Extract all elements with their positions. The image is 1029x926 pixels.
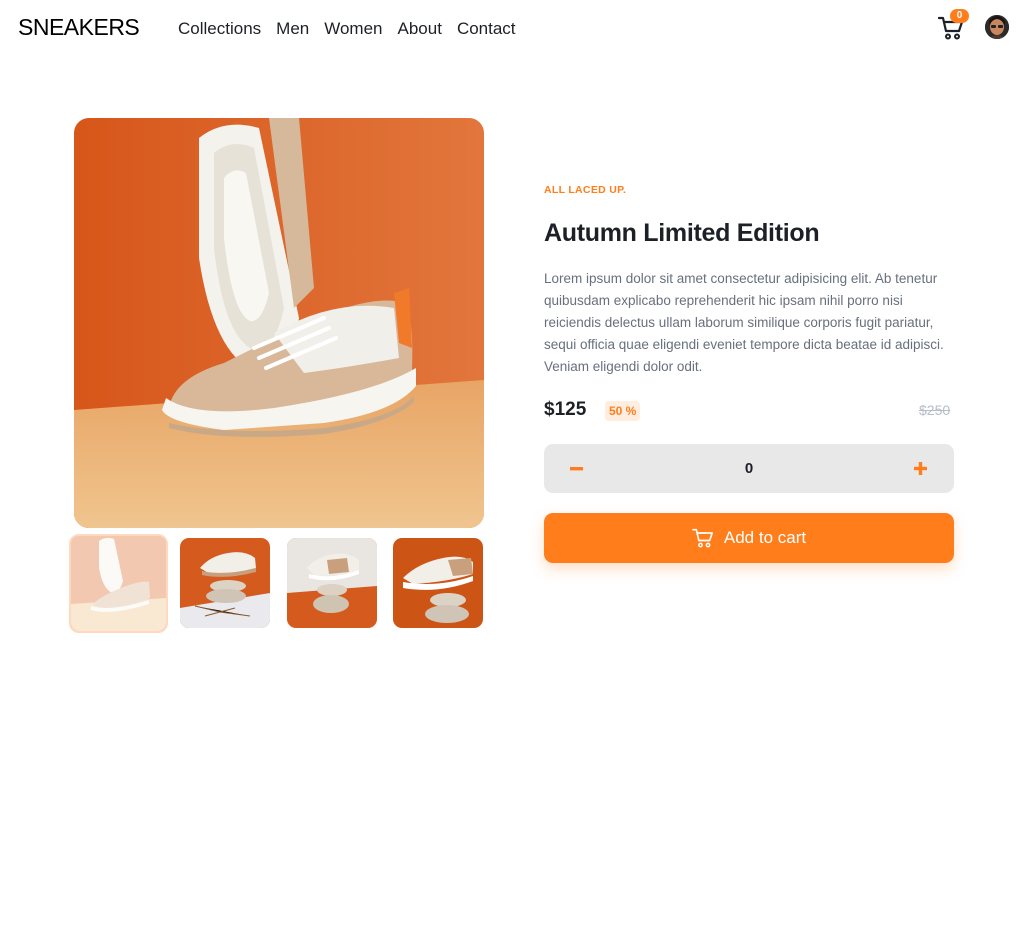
decrease-quantity-button[interactable] xyxy=(546,444,606,493)
thumbnail-2[interactable] xyxy=(180,538,270,628)
current-price: $125 xyxy=(544,399,587,420)
add-to-cart-button[interactable]: Add to cart xyxy=(544,513,954,563)
product-eyebrow: ALL LACED UP. xyxy=(544,184,627,196)
increase-quantity-button[interactable] xyxy=(890,444,950,493)
main-nav: Collections Men Women About Contact xyxy=(178,19,516,39)
quantity-stepper: 0 xyxy=(544,444,954,493)
thumbnail-3[interactable] xyxy=(287,538,377,628)
main-product-image[interactable] xyxy=(74,118,484,528)
logo[interactable]: SNEAKERS xyxy=(18,14,140,41)
avatar[interactable] xyxy=(985,15,1009,39)
nav-women[interactable]: Women xyxy=(324,19,382,39)
add-to-cart-label: Add to cart xyxy=(723,528,807,547)
active-thumbnail-overlay xyxy=(71,536,166,631)
product-description: Lorem ipsum dolor sit amet consectetur a… xyxy=(544,271,944,374)
thumbnail-image xyxy=(180,538,270,628)
plus-icon xyxy=(913,462,927,475)
original-price: $250 xyxy=(919,402,951,418)
thumbnail-image xyxy=(393,538,483,628)
cart-icon xyxy=(692,528,713,548)
nav-collections[interactable]: Collections xyxy=(178,19,261,39)
cart-button[interactable]: 0 xyxy=(936,9,969,42)
thumbnail-strip xyxy=(69,533,489,633)
nav-contact[interactable]: Contact xyxy=(457,19,516,39)
top-header: SNEAKERS Collections Men Women About Con… xyxy=(0,0,1029,58)
product-title: Autumn Limited Edition xyxy=(544,219,820,247)
cart-count-badge: 0 xyxy=(950,9,969,23)
sneaker-photo xyxy=(74,118,484,528)
nav-about[interactable]: About xyxy=(398,19,442,39)
nav-men[interactable]: Men xyxy=(276,19,309,39)
minus-icon xyxy=(569,466,583,470)
thumbnail-1[interactable] xyxy=(69,534,168,633)
discount-badge: 50 % xyxy=(605,401,641,421)
avatar-image xyxy=(985,15,1009,39)
thumbnail-image xyxy=(287,538,377,628)
thumbnail-4[interactable] xyxy=(393,538,483,628)
